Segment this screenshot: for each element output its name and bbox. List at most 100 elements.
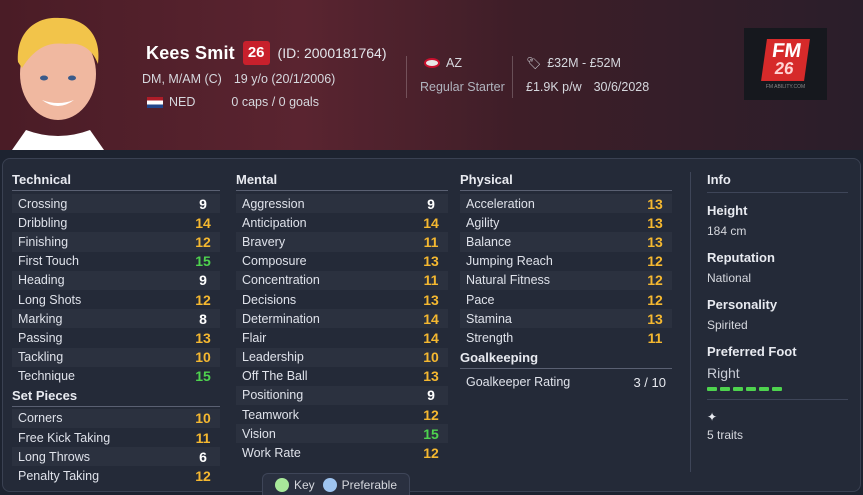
mental-column: Mental Aggression 9 Anticipation 14 Bravery 1… xyxy=(236,172,448,463)
attribute-row[interactable]: Composure 13 xyxy=(236,252,448,271)
attribute-value: 15 xyxy=(195,368,211,385)
attribute-row[interactable]: Tackling 10 xyxy=(12,348,220,367)
header-divider xyxy=(406,56,407,98)
attribute-row[interactable]: Natural Fitness 12 xyxy=(460,271,672,290)
personality-label: Personality xyxy=(707,297,778,312)
attribute-name: Composure xyxy=(242,254,307,269)
personality-value[interactable]: Spirited xyxy=(707,318,848,332)
attribute-value: 13 xyxy=(195,329,211,346)
attribute-row[interactable]: Passing 13 xyxy=(12,328,220,347)
attribute-value: 13 xyxy=(647,195,663,212)
technical-column: Technical Crossing 9 Dribbling 14 Finishing 1… xyxy=(12,172,220,486)
foot-strength-bar xyxy=(759,387,769,391)
attribute-value: 9 xyxy=(427,195,435,212)
height-label: Height xyxy=(707,203,748,218)
attribute-row[interactable]: Pace 12 xyxy=(460,290,672,309)
legend-preferable[interactable]: Preferable xyxy=(322,477,397,492)
attribute-name: Leadership xyxy=(242,350,304,365)
netherlands-flag-icon xyxy=(147,96,163,108)
attribute-name: Decisions xyxy=(242,292,297,307)
attribute-row[interactable]: Stamina 13 xyxy=(460,309,672,328)
international-caps: 0 caps / 0 goals xyxy=(231,95,319,109)
attribute-row[interactable]: Decisions 13 xyxy=(236,290,448,309)
attribute-name: Crossing xyxy=(18,196,68,211)
attribute-row[interactable]: Leadership 10 xyxy=(236,348,448,367)
attribute-row[interactable]: Marking 8 xyxy=(12,309,220,328)
attribute-value: 12 xyxy=(647,291,663,308)
attribute-row[interactable]: First Touch 15 xyxy=(12,252,220,271)
goalkeeper-rating-value: 3 / 10 xyxy=(633,374,666,390)
attribute-row[interactable]: Crossing 9 xyxy=(12,194,220,213)
player-name: Kees Smit xyxy=(146,42,235,63)
attribute-row[interactable]: Off The Ball 13 xyxy=(236,367,448,386)
player-id: (ID: 2000181764) xyxy=(277,45,387,61)
attribute-value: 10 xyxy=(195,410,211,427)
attribute-row[interactable]: Positioning 9 xyxy=(236,386,448,405)
attribute-name: Strength xyxy=(466,330,514,345)
attribute-name: First Touch xyxy=(18,254,79,269)
attribute-row[interactable]: Corners 10 xyxy=(12,409,220,428)
attribute-value: 9 xyxy=(427,387,435,404)
technical-list: Crossing 9 Dribbling 14 Finishing 12 First Tou… xyxy=(12,194,220,386)
attribute-row[interactable]: Bravery 11 xyxy=(236,232,448,251)
legend-key[interactable]: Key xyxy=(274,477,315,492)
foot-strength-bar xyxy=(720,387,730,391)
foot-strength-bar xyxy=(772,387,782,391)
attribute-row[interactable]: Acceleration 13 xyxy=(460,194,672,213)
attribute-row[interactable]: Heading 9 xyxy=(12,271,220,290)
attribute-value: 13 xyxy=(647,233,663,250)
attribute-value: 11 xyxy=(647,329,663,346)
attribute-row[interactable]: Anticipation 14 xyxy=(236,213,448,232)
attribute-row[interactable]: Work Rate 12 xyxy=(236,443,448,462)
attribute-row[interactable]: Concentration 11 xyxy=(236,271,448,290)
attribute-row[interactable]: Vision 15 xyxy=(236,424,448,443)
club-name[interactable]: AZ xyxy=(446,56,462,70)
attribute-row[interactable]: Free Kick Taking 11 xyxy=(12,428,220,447)
attribute-row[interactable]: Finishing 12 xyxy=(12,232,220,251)
player-positions: DM, M/AM (C) xyxy=(142,72,222,86)
attribute-row[interactable]: Dribbling 14 xyxy=(12,213,220,232)
traits-section[interactable]: ✦ 5 traits xyxy=(707,399,848,442)
attribute-name: Tackling xyxy=(18,350,64,365)
attribute-row[interactable]: Balance 13 xyxy=(460,232,672,251)
reputation-value: National xyxy=(707,271,752,285)
attribute-row[interactable]: Long Shots 12 xyxy=(12,290,220,309)
nationality[interactable]: NED xyxy=(169,95,195,109)
attribute-value: 13 xyxy=(647,214,663,231)
fm-logo: FM 26 FM ABILITY.COM xyxy=(744,28,827,100)
attribute-name: Positioning xyxy=(242,388,304,403)
traits-count: 5 traits xyxy=(707,428,744,442)
club-logo-icon xyxy=(424,58,440,68)
attribute-value: 12 xyxy=(423,445,439,462)
attribute-row[interactable]: Determination 14 xyxy=(236,309,448,328)
attribute-name: Agility xyxy=(466,215,500,230)
attribute-row[interactable]: Aggression 9 xyxy=(236,194,448,213)
attribute-row[interactable]: Flair 14 xyxy=(236,328,448,347)
foot-strength-bar xyxy=(746,387,756,391)
attribute-name: Technique xyxy=(18,369,75,384)
goalkeeper-rating-row[interactable]: Goalkeeper Rating 3 / 10 xyxy=(460,373,672,392)
attribute-row[interactable]: Teamwork 12 xyxy=(236,405,448,424)
attribute-value: 14 xyxy=(423,310,439,327)
attribute-value: 12 xyxy=(195,291,211,308)
attribute-name: Teamwork xyxy=(242,407,299,422)
attribute-row[interactable]: Strength 11 xyxy=(460,328,672,347)
attribute-name: Long Throws xyxy=(18,449,91,464)
physical-column: Physical Acceleration 13 Agility 13 Balance 1… xyxy=(460,172,672,392)
attribute-row[interactable]: Long Throws 6 xyxy=(12,447,220,466)
attribute-name: Natural Fitness xyxy=(466,273,551,288)
attribute-value: 12 xyxy=(423,406,439,423)
physical-list: Acceleration 13 Agility 13 Balance 13 Jumping … xyxy=(460,194,672,348)
attribute-name: Off The Ball xyxy=(242,369,308,384)
attribute-name: Pace xyxy=(466,292,495,307)
attribute-row[interactable]: Penalty Taking 12 xyxy=(12,466,220,485)
attribute-row[interactable]: Agility 13 xyxy=(460,213,672,232)
sparkle-icon: ✦ xyxy=(707,410,718,424)
attribute-value: 11 xyxy=(195,429,211,446)
key-dot-icon xyxy=(274,477,289,492)
transfer-value: £32M - £52M xyxy=(547,56,621,70)
attribute-row[interactable]: Jumping Reach 12 xyxy=(460,252,672,271)
attribute-name: Corners xyxy=(18,411,63,426)
attribute-row[interactable]: Technique 15 xyxy=(12,367,220,386)
attribute-value: 13 xyxy=(423,291,439,308)
